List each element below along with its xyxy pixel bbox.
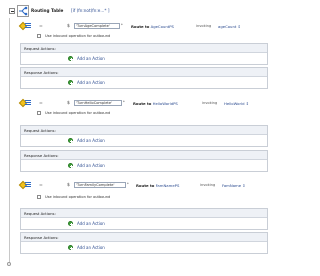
case-2-route-label: Route to HelloWorldPS [133, 101, 178, 106]
case-1-route-label: Route to AgeCountPS [131, 24, 174, 29]
case-3-value-input[interactable]: 'TurnFamilyComplete' [74, 182, 126, 188]
routing-table-title: Routing Table [31, 8, 64, 13]
add-action-icon[interactable] [68, 138, 73, 143]
case-1-invoking-label: invoking [196, 24, 212, 28]
case-3-operator[interactable]: = [39, 183, 43, 188]
case-1-icon [18, 21, 31, 32]
case-2-outbound-checkbox-label: Use inbound operation for outbound [45, 111, 111, 115]
case-1-request-actions-panel: Request Actions: Add an Action [20, 43, 268, 65]
case-3-operation-select[interactable]: FamName ⇕ [222, 183, 245, 188]
case-2-response-actions-panel: Response Actions: Add an Action [20, 150, 268, 172]
case-3-dollar-icon[interactable]: $ [67, 183, 70, 188]
case-2-invoking-label: invoking [202, 101, 218, 105]
case-1-outbound-checkbox[interactable] [37, 34, 41, 38]
case-3-icon [18, 180, 31, 191]
case-2-route-target[interactable]: HelloWorldPS [153, 101, 178, 106]
case-3-outbound-checkbox-label: Use inbound operation for outbound [45, 195, 111, 199]
case-3-response-add-action-link[interactable]: Add an Action [77, 245, 105, 250]
case-1-request-add-action-link[interactable]: Add an Action [77, 56, 105, 61]
case-2-value-input[interactable]: 'TurnHelloComplete' [74, 100, 122, 106]
case-2-request-actions-header: Request Actions: [21, 126, 267, 135]
collapse-toggle[interactable] [9, 8, 15, 14]
case-1-outbound-checkbox-label: Use inbound operation for outbound [45, 34, 111, 38]
case-2-operator[interactable]: = [39, 101, 43, 106]
case-1-route-target[interactable]: AgeCountPS [151, 24, 174, 29]
case-2-operation-select[interactable]: HelloWorld ⇕ [224, 101, 249, 106]
case-3-response-actions-panel: Response Actions: Add an Action [20, 232, 268, 254]
case-1-operator[interactable]: = [39, 24, 43, 29]
case-2-request-add-action-link[interactable]: Add an Action [77, 138, 105, 143]
end-node-icon [7, 262, 11, 266]
case-1-response-actions-panel: Response Actions: Add an Action [20, 67, 268, 89]
case-1-response-add-action-link[interactable]: Add an Action [77, 80, 105, 85]
case-3-route-target[interactable]: FamNamePS [156, 183, 180, 188]
case-3-request-actions-header: Request Actions: [21, 209, 267, 218]
case-3-outbound-checkbox[interactable] [37, 195, 41, 199]
case-3-route-label: Route to FamNamePS [136, 183, 180, 188]
routing-expression-link[interactable]: [if (fn:not(fn:e...* ] [71, 8, 109, 13]
case-1-edit-mark[interactable]: * [121, 23, 123, 27]
case-2-response-add-action-link[interactable]: Add an Action [77, 163, 105, 168]
routing-expression-text[interactable]: [if (fn:not(fn:e... [71, 8, 104, 13]
case-3-invoking-label: invoking [200, 183, 216, 187]
case-2-edit-mark[interactable]: * [123, 100, 125, 104]
case-2-response-actions-header: Response Actions: [21, 151, 267, 160]
case-1-value-input[interactable]: 'TurnAgeComplete' [74, 23, 120, 29]
case-2-dollar-icon[interactable]: $ [67, 101, 70, 106]
case-2-request-actions-panel: Request Actions: Add an Action [20, 125, 268, 147]
case-2-outbound-checkbox[interactable] [37, 111, 41, 115]
case-3-request-actions-panel: Request Actions: Add an Action [20, 208, 268, 230]
case-3-edit-mark[interactable]: * [127, 182, 129, 186]
case-1-operation-select[interactable]: ageCount ⇕ [218, 24, 241, 29]
tree-connector [9, 18, 10, 263]
case-1-dollar-icon[interactable]: $ [67, 24, 70, 29]
add-action-icon[interactable] [68, 221, 73, 226]
case-1-request-actions-header: Request Actions: [21, 44, 267, 53]
case-1-response-actions-header: Response Actions: [21, 68, 267, 77]
routing-table-icon [17, 5, 29, 17]
case-2-icon [18, 98, 31, 109]
routing-expression-suffix: * ] [104, 8, 110, 13]
add-action-icon[interactable] [68, 163, 73, 168]
add-action-icon[interactable] [68, 56, 73, 61]
add-action-icon[interactable] [68, 245, 73, 250]
case-3-response-actions-header: Response Actions: [21, 233, 267, 242]
add-action-icon[interactable] [68, 80, 73, 85]
case-3-request-add-action-link[interactable]: Add an Action [77, 221, 105, 226]
